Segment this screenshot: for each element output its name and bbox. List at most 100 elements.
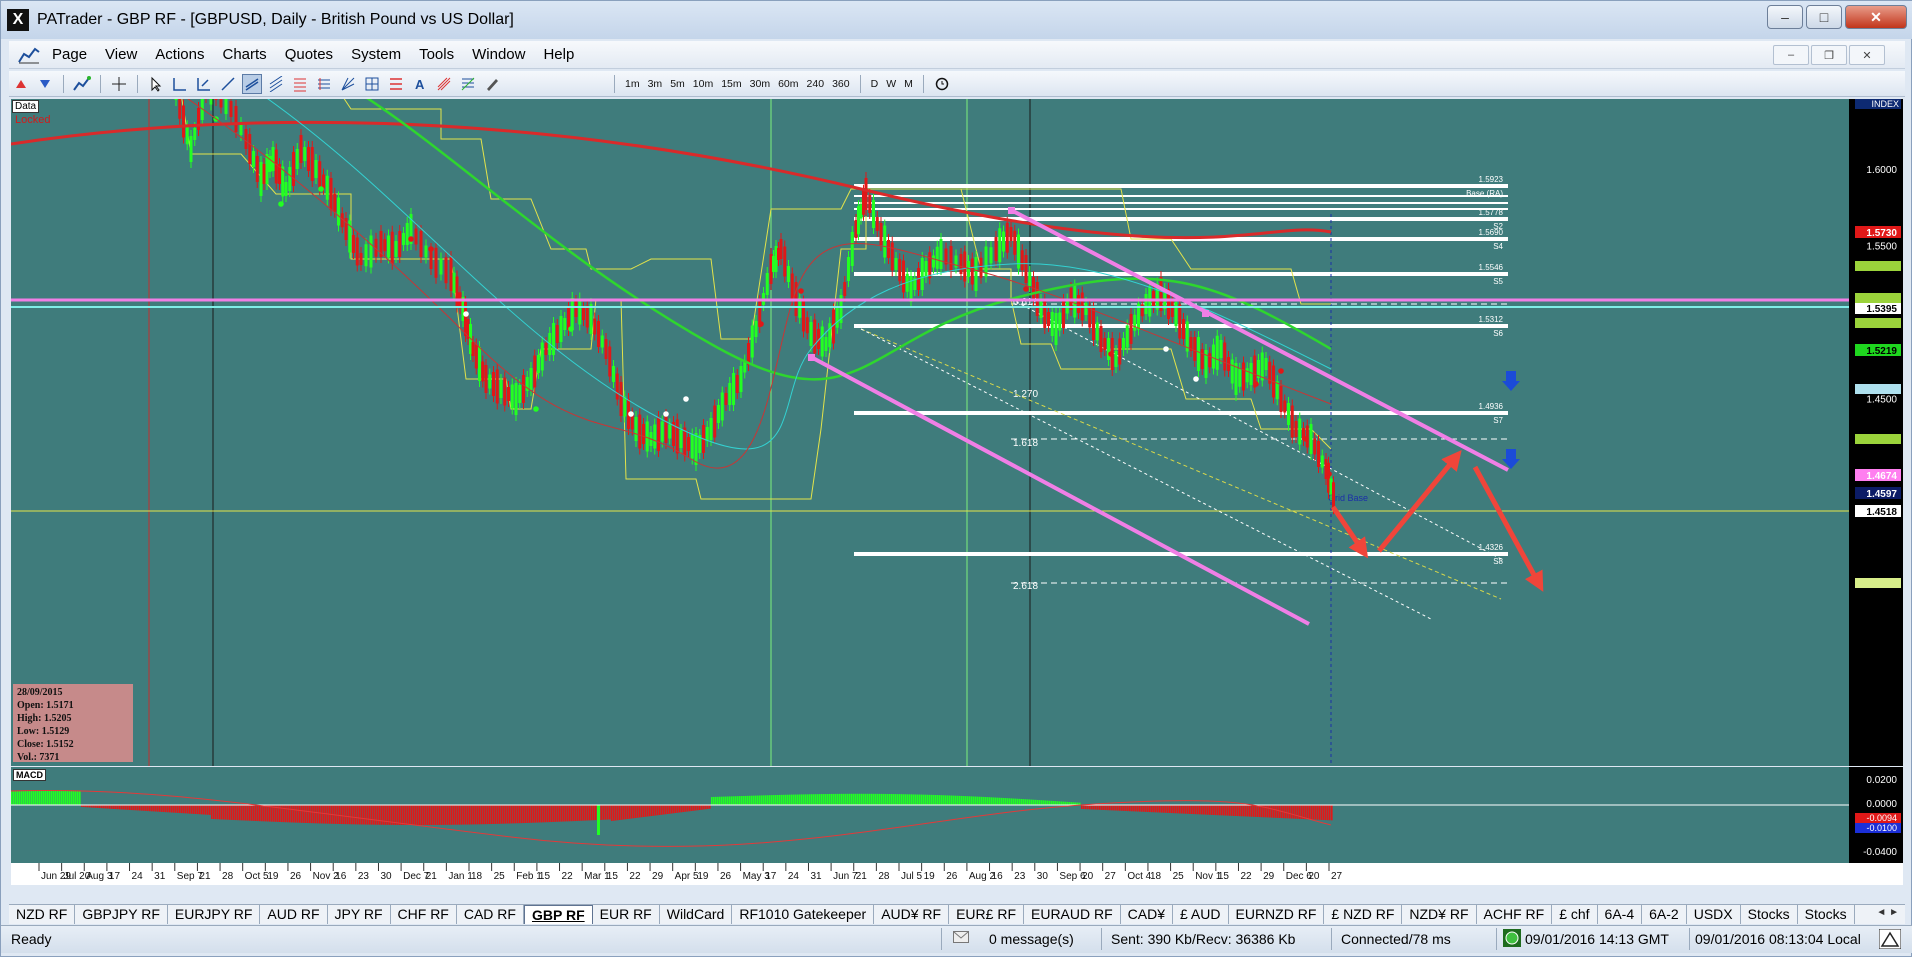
speed-lines-icon[interactable] xyxy=(458,74,478,94)
order-icon[interactable] xyxy=(35,74,55,94)
menu-page[interactable]: Page xyxy=(43,46,96,63)
gann-icon[interactable] xyxy=(338,74,358,94)
fib-label: 1.618 xyxy=(1013,438,1038,449)
macd-bar xyxy=(61,791,63,805)
clock-icon[interactable] xyxy=(932,74,952,94)
pitchfork-icon[interactable] xyxy=(434,74,454,94)
symbol-tab[interactable]: 6A-2 xyxy=(1642,905,1687,924)
timeframe-3m[interactable]: 3m xyxy=(644,78,667,90)
chart-window-icon[interactable] xyxy=(15,44,43,66)
macd-bar xyxy=(689,805,691,812)
minimize-button[interactable]: – xyxy=(1767,5,1803,29)
macd-bar xyxy=(927,794,929,805)
symbol-tab[interactable]: CAD¥ xyxy=(1121,905,1174,924)
tab-scroll-arrows-icon[interactable]: ◄ ► xyxy=(1876,907,1899,918)
cursor-icon[interactable] xyxy=(146,74,166,94)
pencil-icon[interactable] xyxy=(482,74,502,94)
fibonacci-icon[interactable] xyxy=(290,74,310,94)
macd-bar xyxy=(171,805,173,813)
macd-pane[interactable]: 0.02000.0000-0.0200-0.0400-0.0094-0.0100… xyxy=(11,767,1903,885)
menu-view[interactable]: View xyxy=(96,46,146,63)
grid-icon[interactable] xyxy=(362,74,382,94)
macd-bar xyxy=(1149,805,1151,813)
symbol-tab[interactable]: EURNZD RF xyxy=(1229,905,1325,924)
menu-tools[interactable]: Tools xyxy=(410,46,463,63)
regression-icon[interactable] xyxy=(266,74,286,94)
macd-bar xyxy=(309,805,311,824)
symbol-tab[interactable]: CAD RF xyxy=(457,905,524,924)
symbol-tab[interactable]: CHF RF xyxy=(391,905,457,924)
menu-system[interactable]: System xyxy=(342,46,410,63)
symbol-tab[interactable]: ACHF RF xyxy=(1477,905,1553,924)
macd-bar xyxy=(619,805,621,820)
symbol-tab[interactable]: EURAUD RF xyxy=(1024,905,1121,924)
menu-window[interactable]: Window xyxy=(463,46,534,63)
symbol-tab[interactable]: 6A-4 xyxy=(1598,905,1643,924)
envelope-icon[interactable] xyxy=(953,930,969,946)
close-button[interactable]: ✕ xyxy=(1845,5,1907,29)
macd-bar xyxy=(453,805,455,825)
symbol-tab[interactable]: AUD¥ RF xyxy=(874,905,950,924)
timeframe-10m[interactable]: 10m xyxy=(689,78,717,90)
symbol-tab[interactable]: USDX xyxy=(1687,905,1741,924)
period-daily[interactable]: D xyxy=(867,78,883,90)
mdi-close-button[interactable]: ✕ xyxy=(1849,45,1885,65)
symbol-tab[interactable]: EUR£ RF xyxy=(949,905,1024,924)
symbol-tab[interactable]: £ NZD RF xyxy=(1324,905,1403,924)
symbol-tab[interactable]: EUR RF xyxy=(593,905,660,924)
timeframe-15m[interactable]: 15m xyxy=(717,78,745,90)
levels-icon[interactable] xyxy=(386,74,406,94)
candle-body xyxy=(419,231,423,257)
menu-help[interactable]: Help xyxy=(534,46,583,63)
chart-type-icon[interactable] xyxy=(72,74,92,94)
maximize-button[interactable]: □ xyxy=(1806,5,1842,29)
macd-bar xyxy=(1239,805,1241,817)
macd-bar xyxy=(749,795,751,805)
trendline-icon[interactable] xyxy=(218,74,238,94)
mdi-restore-button[interactable]: ❐ xyxy=(1811,45,1847,65)
macd-bar xyxy=(1211,805,1213,815)
buy-sell-icon[interactable] xyxy=(11,74,31,94)
macd-bar xyxy=(1153,805,1155,813)
timeframe-360[interactable]: 360 xyxy=(828,78,854,90)
symbol-tab[interactable]: Stocks xyxy=(1798,905,1855,924)
timeframe-60m[interactable]: 60m xyxy=(774,78,802,90)
timeframe-1m[interactable]: 1m xyxy=(621,78,644,90)
fib-extension-icon[interactable] xyxy=(314,74,334,94)
candle-body xyxy=(414,228,418,245)
price-chart[interactable]: 1.5923Base (RA)1.5778S21.5690S41.5546S51… xyxy=(11,99,1903,766)
menu-quotes[interactable]: Quotes xyxy=(276,46,342,63)
symbol-tab[interactable]: RF1010 Gatekeeper xyxy=(732,905,875,924)
symbol-tab[interactable]: JPY RF xyxy=(328,905,391,924)
symbol-tab[interactable]: NZD RF xyxy=(9,905,76,924)
channel-handle xyxy=(1202,310,1209,317)
symbol-tab[interactable]: GBP RF xyxy=(523,905,593,924)
macd-bar xyxy=(1111,805,1113,811)
timeframe-30m[interactable]: 30m xyxy=(746,78,774,90)
symbol-tab[interactable]: EURJPY RF xyxy=(168,905,261,924)
symbol-tab[interactable]: £ chf xyxy=(1552,905,1598,924)
macd-bar xyxy=(727,796,729,805)
macd-bar xyxy=(437,805,439,825)
menu-charts[interactable]: Charts xyxy=(214,46,276,63)
symbol-tab[interactable]: GBPJPY RF xyxy=(75,905,168,924)
macd-bar xyxy=(1241,805,1243,817)
symbol-tab[interactable]: WildCard xyxy=(660,905,733,924)
crosshair-icon[interactable] xyxy=(109,74,129,94)
period-monthly[interactable]: M xyxy=(900,78,917,90)
vline-icon[interactable] xyxy=(194,74,214,94)
hline-icon[interactable] xyxy=(170,74,190,94)
channel-icon[interactable] xyxy=(242,73,262,94)
symbol-tab[interactable]: £ AUD xyxy=(1173,905,1229,924)
timeframe-5m[interactable]: 5m xyxy=(666,78,689,90)
period-weekly[interactable]: W xyxy=(882,78,900,90)
symbol-tab[interactable]: AUD RF xyxy=(260,905,328,924)
symbol-tab[interactable]: NZD¥ RF xyxy=(1402,905,1477,924)
mdi-minimize-button[interactable]: – xyxy=(1773,45,1809,65)
macd-bar xyxy=(487,805,489,825)
text-icon[interactable]: A xyxy=(410,74,430,94)
menu-actions[interactable]: Actions xyxy=(146,46,213,63)
timeframe-240[interactable]: 240 xyxy=(803,78,829,90)
symbol-tab[interactable]: Stocks xyxy=(1741,905,1798,924)
chart-area[interactable]: 1.5923 Base (RA) 1.5778 S2 1.5690 S4 1.5546 S5 1… xyxy=(11,99,1903,899)
